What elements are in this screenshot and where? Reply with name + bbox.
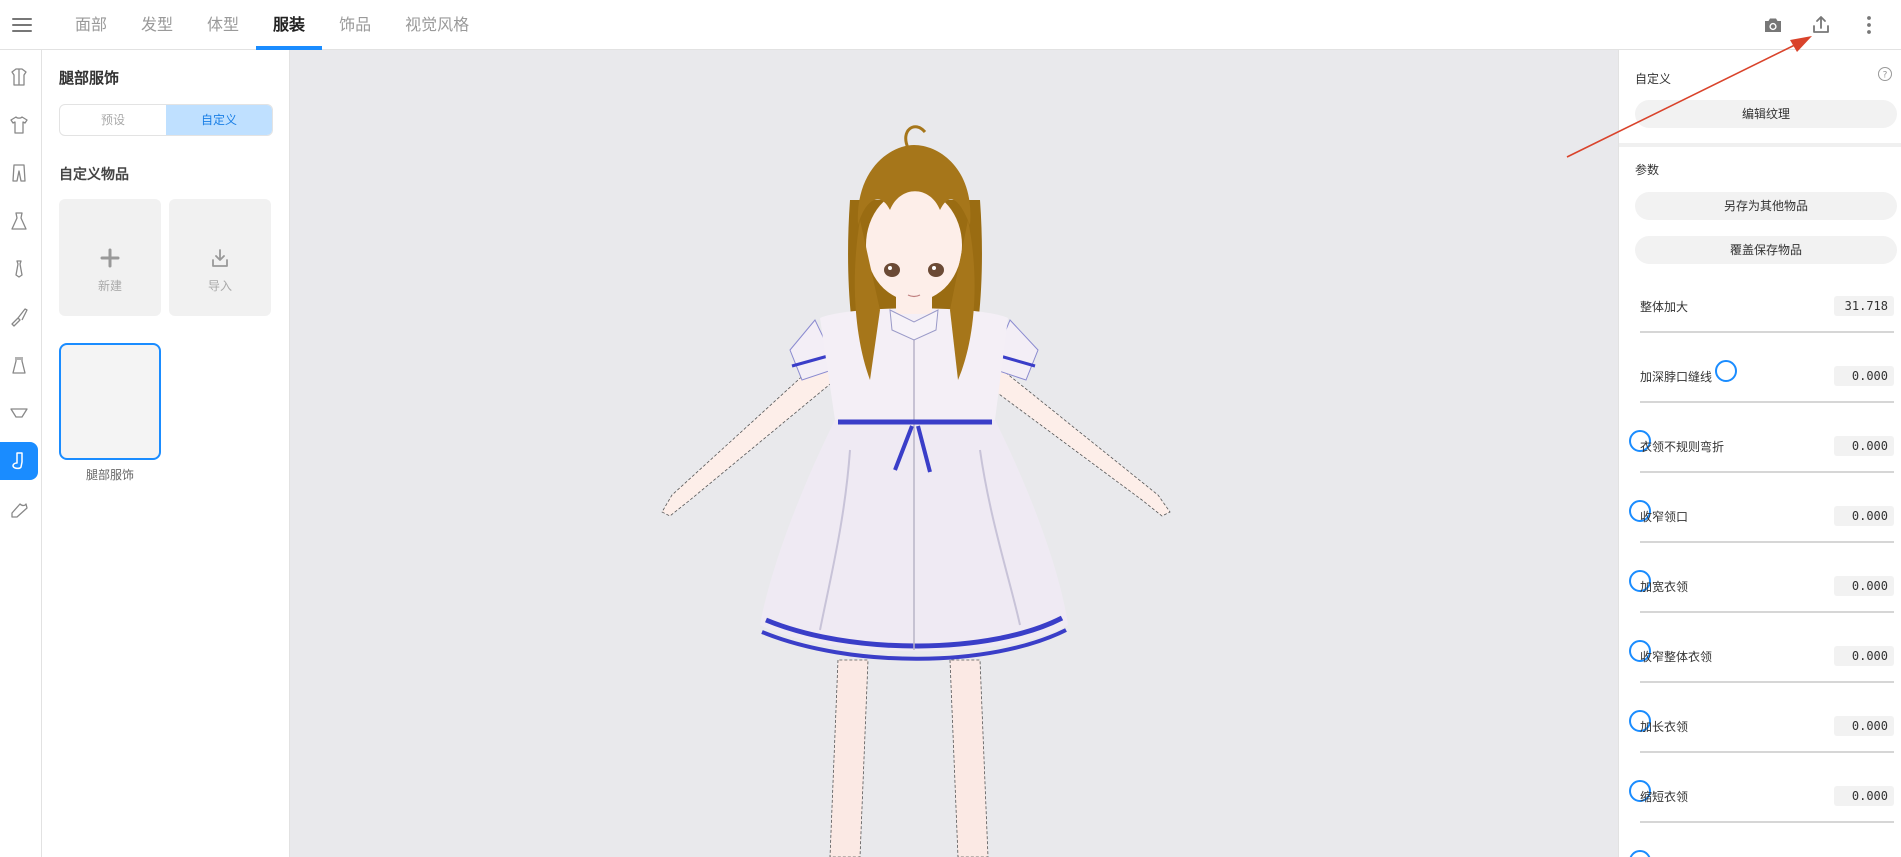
- new-item-button[interactable]: 新建: [59, 199, 161, 316]
- top-bar: 面部 发型 体型 服装 饰品 视觉风格: [0, 0, 1901, 50]
- param-value-input[interactable]: 0.000: [1834, 366, 1894, 386]
- param-slider: 衣领不规则弯折 0.000: [1619, 432, 1901, 522]
- edit-texture-button[interactable]: 编辑纹理: [1635, 100, 1897, 128]
- dress-icon[interactable]: [0, 202, 38, 240]
- param-label: 衣领不规则弯折: [1640, 440, 1725, 454]
- download-icon: [209, 247, 231, 269]
- coat-icon[interactable]: [0, 58, 38, 96]
- 3d-viewport[interactable]: [290, 50, 1618, 857]
- slider-thumb[interactable]: [1629, 850, 1651, 857]
- tab-clothing[interactable]: 服装: [256, 0, 323, 50]
- panel-title: 腿部服饰: [59, 69, 120, 87]
- import-item-label: 导入: [207, 279, 232, 293]
- underwear-icon[interactable]: [0, 394, 38, 432]
- slider-track[interactable]: [1629, 681, 1894, 732]
- custom-items-heading: 自定义物品: [59, 167, 129, 183]
- segment-custom[interactable]: 自定义: [166, 105, 272, 135]
- overwrite-save-button[interactable]: 覆盖保存物品: [1635, 236, 1897, 264]
- tab-hair[interactable]: 发型: [124, 0, 190, 50]
- segment-preset[interactable]: 预设: [60, 105, 166, 135]
- avatar-preview-image: [661, 125, 1171, 857]
- param-value-input[interactable]: 0.000: [1834, 576, 1894, 596]
- shoe-icon[interactable]: [0, 490, 38, 528]
- slider-track[interactable]: [1629, 821, 1894, 857]
- param-slider: 整体加大 31.718: [1619, 292, 1901, 382]
- param-label: 加宽衣领: [1640, 580, 1689, 594]
- tab-face[interactable]: 面部: [58, 0, 124, 50]
- param-value-input[interactable]: 0.000: [1834, 506, 1894, 526]
- param-value-input[interactable]: 31.718: [1834, 296, 1894, 316]
- tab-body[interactable]: 体型: [190, 0, 256, 50]
- clothing-category-rail: [0, 50, 42, 857]
- param-value-input[interactable]: 0.000: [1834, 646, 1894, 666]
- tie-icon[interactable]: [0, 250, 38, 288]
- param-label: 加长衣领: [1640, 720, 1689, 734]
- slider-track[interactable]: [1629, 611, 1894, 662]
- param-label: 收窄整体衣领: [1640, 650, 1713, 664]
- help-icon[interactable]: ?: [1877, 66, 1893, 82]
- more-vertical-icon[interactable]: [1857, 13, 1881, 37]
- tab-visual-style[interactable]: 视觉风格: [388, 0, 486, 50]
- param-label: 缩短衣领: [1640, 790, 1689, 804]
- slider-track[interactable]: [1640, 331, 1894, 382]
- glove-icon[interactable]: [0, 298, 38, 336]
- param-label: 加深脖口缝线: [1640, 370, 1713, 384]
- preset-custom-toggle: 预设 自定义: [59, 104, 273, 136]
- customize-panel: 自定义 ? 编辑纹理 参数 另存为其他物品 覆盖保存物品 整体加大 31.718…: [1618, 50, 1901, 857]
- param-slider: 收窄领口 0.000: [1619, 502, 1901, 592]
- pants-icon[interactable]: [0, 154, 38, 192]
- param-slider: 加宽衣领 0.000: [1619, 572, 1901, 662]
- slider-track[interactable]: [1629, 471, 1894, 522]
- slider-track[interactable]: [1629, 401, 1894, 452]
- param-label: 收窄领口: [1640, 510, 1689, 524]
- params-section-label: 参数: [1635, 163, 1660, 177]
- custom-item-thumbnail[interactable]: [59, 343, 161, 460]
- menu-icon[interactable]: [10, 14, 34, 36]
- custom-section-label: 自定义: [1635, 72, 1672, 86]
- param-slider: 收窄整体衣领 0.000: [1619, 642, 1901, 732]
- slider-track[interactable]: [1629, 541, 1894, 592]
- param-value-input[interactable]: 0.000: [1834, 716, 1894, 736]
- save-as-other-button[interactable]: 另存为其他物品: [1635, 192, 1897, 220]
- import-item-button[interactable]: 导入: [169, 199, 271, 316]
- item-panel: 腿部服饰 预设 自定义 自定义物品 新建 导入 腿部服饰: [42, 50, 290, 857]
- param-value-input[interactable]: 0.000: [1834, 436, 1894, 456]
- plus-icon: [99, 247, 121, 269]
- slider-track[interactable]: [1629, 751, 1894, 802]
- svg-text:?: ?: [1883, 71, 1888, 81]
- shirt-icon[interactable]: [0, 106, 38, 144]
- sock-icon[interactable]: [0, 442, 38, 480]
- tab-accessories[interactable]: 饰品: [322, 0, 388, 50]
- camera-icon[interactable]: [1761, 13, 1785, 37]
- export-icon[interactable]: [1809, 13, 1833, 37]
- param-value-input[interactable]: 0.000: [1834, 786, 1894, 806]
- param-label: 整体加大: [1640, 300, 1689, 314]
- param-slider: 加长衣领 0.000: [1619, 712, 1901, 802]
- param-slider: 加深脖口缝线 0.000: [1619, 362, 1901, 452]
- param-slider: 缩短衣领 0.000: [1619, 782, 1901, 857]
- category-tabs: 面部 发型 体型 服装 饰品 视觉风格: [58, 0, 486, 50]
- section-divider: [1619, 143, 1901, 147]
- custom-item-label: 腿部服饰: [85, 468, 134, 482]
- new-item-label: 新建: [97, 279, 122, 293]
- skirt-icon[interactable]: [0, 346, 38, 384]
